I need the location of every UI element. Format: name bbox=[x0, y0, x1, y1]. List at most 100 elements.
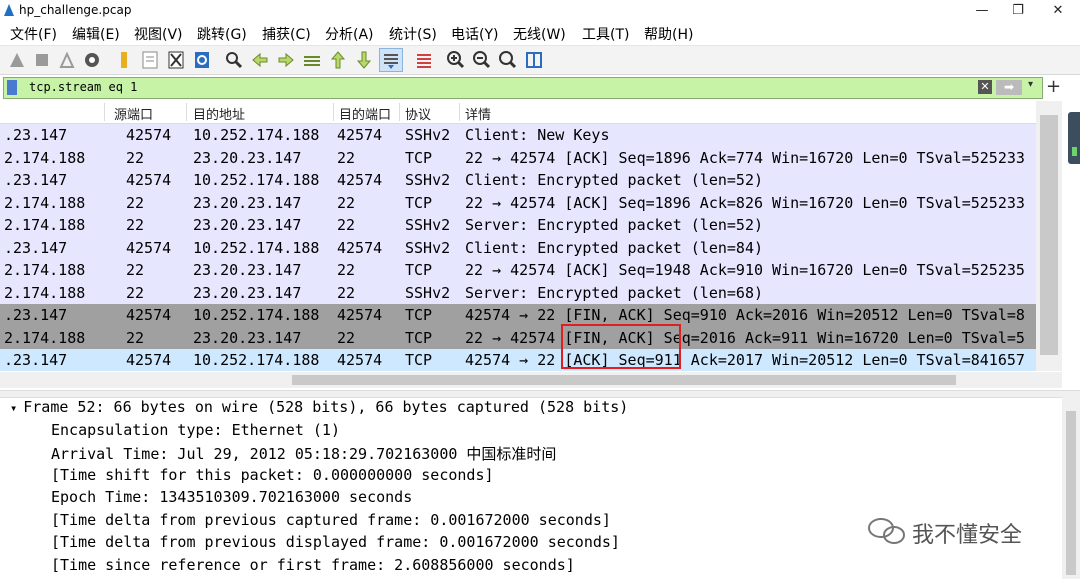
colorize-icon[interactable] bbox=[413, 49, 435, 71]
packet-row[interactable]: .23.147 42574 10.252.174.188 42574 SSHv2 Clie… bbox=[0, 236, 1036, 259]
column-header-destination-port[interactable]: 目的端口 bbox=[339, 104, 391, 123]
main-toolbar bbox=[0, 46, 1080, 75]
cell-destination: 23.20.23.147 bbox=[193, 216, 302, 234]
packet-row[interactable]: 2.174.188 22 23.20.23.147 22 TCP 22 → 42574 [… bbox=[0, 259, 1036, 282]
detail-tree-item[interactable]: [Time since reference or first frame: 2.… bbox=[51, 556, 575, 574]
scrollbar-thumb[interactable] bbox=[1040, 115, 1058, 355]
apply-filter-icon[interactable]: ➡ bbox=[996, 80, 1022, 95]
auto-scroll-icon[interactable] bbox=[379, 48, 403, 72]
cell-protocol: TCP bbox=[405, 148, 433, 167]
cell-destination: 23.20.23.147 bbox=[193, 328, 302, 347]
forward-arrow-icon[interactable] bbox=[275, 49, 297, 71]
packet-row[interactable]: 2.174.188 22 23.20.23.147 22 TCP 22 → 42574 [… bbox=[0, 146, 1036, 169]
column-separator[interactable] bbox=[104, 103, 105, 121]
packet-details-vertical-scrollbar[interactable] bbox=[1062, 397, 1080, 579]
save-file-icon[interactable] bbox=[139, 49, 161, 71]
stop-icon[interactable] bbox=[31, 49, 53, 71]
column-header-info[interactable]: 详情 bbox=[465, 104, 491, 123]
menu-edit[interactable]: 编辑(E) bbox=[72, 24, 120, 44]
column-separator[interactable] bbox=[459, 103, 460, 121]
menu-capture[interactable]: 捕获(C) bbox=[262, 24, 311, 44]
side-dock-widget[interactable] bbox=[1068, 112, 1080, 164]
packet-row[interactable]: 2.174.188 22 23.20.23.147 22 SSHv2 Server: En… bbox=[0, 281, 1036, 304]
detail-tree-item[interactable]: Epoch Time: 1343510309.702163000 seconds bbox=[51, 488, 412, 506]
packet-row[interactable]: 2.174.188 22 23.20.23.147 22 TCP 22 → 42574 [… bbox=[0, 191, 1036, 214]
bookmark-icon[interactable] bbox=[7, 80, 17, 95]
cell-source-port: 22 bbox=[126, 193, 145, 212]
menu-view[interactable]: 视图(V) bbox=[134, 24, 183, 44]
shark-start-icon[interactable] bbox=[6, 49, 28, 71]
zoom-out-icon[interactable] bbox=[471, 49, 493, 71]
column-separator[interactable] bbox=[186, 103, 187, 121]
cell-protocol: TCP bbox=[405, 306, 433, 324]
packet-row[interactable]: .23.147 42574 10.252.174.188 42574 TCP 42574 … bbox=[0, 304, 1036, 327]
restore-button[interactable]: ❐ bbox=[1000, 0, 1036, 21]
packet-row[interactable]: .23.147 42574 10.252.174.188 42574 SSHv2 Clie… bbox=[0, 169, 1036, 192]
packet-row[interactable]: 2.174.188 22 23.20.23.147 22 TCP 22 → 42574 [… bbox=[0, 326, 1036, 349]
last-packet-icon[interactable] bbox=[353, 49, 375, 71]
zoom-normal-icon[interactable] bbox=[497, 49, 519, 71]
detail-tree-item[interactable]: [Time shift for this packet: 0.000000000… bbox=[51, 466, 494, 484]
zoom-in-icon[interactable] bbox=[445, 49, 467, 71]
menu-tools[interactable]: 工具(T) bbox=[582, 24, 629, 44]
menu-go[interactable]: 跳转(G) bbox=[197, 24, 247, 44]
scrollbar-thumb[interactable] bbox=[1066, 411, 1076, 575]
menu-wireless[interactable]: 无线(W) bbox=[513, 24, 566, 44]
cell-destination: 23.20.23.147 bbox=[193, 261, 302, 279]
cell-destination-port: 22 bbox=[337, 216, 356, 234]
cell-destination-port: 22 bbox=[337, 148, 356, 167]
cell-source-port: 42574 bbox=[126, 306, 172, 324]
filter-history-dropdown-icon[interactable]: ▾ bbox=[1028, 79, 1033, 90]
close-button[interactable]: ✕ bbox=[1040, 0, 1076, 21]
minimize-button[interactable]: — bbox=[964, 0, 1000, 21]
menu-help[interactable]: 帮助(H) bbox=[644, 24, 693, 44]
back-arrow-icon[interactable] bbox=[249, 49, 271, 71]
menu-analyze[interactable]: 分析(A) bbox=[325, 24, 374, 44]
find-icon[interactable] bbox=[223, 49, 245, 71]
detail-tree-item[interactable]: [Time delta from previous captured frame… bbox=[51, 511, 611, 529]
detail-tree-item[interactable]: Arrival Time: Jul 29, 2012 05:18:29.7021… bbox=[51, 443, 556, 464]
cell-source-port: 42574 bbox=[126, 351, 172, 369]
cell-source: .23.147 bbox=[4, 171, 68, 189]
go-to-packet-icon[interactable] bbox=[301, 49, 323, 71]
resize-columns-icon[interactable] bbox=[523, 49, 545, 71]
add-filter-button[interactable]: + bbox=[1046, 76, 1061, 97]
open-folder-icon[interactable] bbox=[113, 49, 135, 71]
clear-filter-icon[interactable]: ✕ bbox=[978, 80, 992, 94]
display-filter-input[interactable]: tcp.stream eq 1 bbox=[29, 80, 137, 94]
cell-info: 22 → 42574 [ACK] Seq=1896 Ack=826 Win=16… bbox=[465, 193, 1025, 212]
scrollbar-thumb[interactable] bbox=[292, 375, 956, 385]
restart-icon[interactable] bbox=[56, 49, 78, 71]
column-separator[interactable] bbox=[399, 103, 400, 121]
packet-list-horizontal-scrollbar[interactable] bbox=[0, 372, 1062, 388]
detail-tree-item[interactable]: Encapsulation type: Ethernet (1) bbox=[51, 421, 340, 439]
menu-statistics[interactable]: 统计(S) bbox=[389, 24, 437, 44]
column-header-destination[interactable]: 目的地址 bbox=[193, 104, 245, 123]
packet-list-vertical-scrollbar[interactable] bbox=[1036, 101, 1062, 371]
cell-source: 2.174.188 bbox=[4, 148, 86, 167]
tree-expand-icon[interactable]: ▾ bbox=[10, 401, 17, 415]
column-header-source-port[interactable]: 源端口 bbox=[114, 104, 153, 123]
cell-info: Server: Encrypted packet (len=52) bbox=[465, 216, 764, 234]
packet-row[interactable]: .23.147 42574 10.252.174.188 42574 SSHv2 Clie… bbox=[0, 124, 1036, 147]
packet-row[interactable]: .23.147 42574 10.252.174.188 42574 TCP 42574 … bbox=[0, 349, 1036, 371]
column-header-protocol[interactable]: 协议 bbox=[405, 104, 431, 123]
detail-tree-item[interactable]: [Time delta from previous displayed fram… bbox=[51, 533, 620, 551]
first-packet-icon[interactable] bbox=[327, 49, 349, 71]
cell-info: 42574 → 22 [FIN, ACK] Seq=910 Ack=2016 W… bbox=[465, 306, 1025, 324]
cell-source-port: 22 bbox=[126, 283, 145, 302]
wechat-logo-icon bbox=[868, 518, 905, 544]
column-separator[interactable] bbox=[333, 103, 334, 121]
packet-row[interactable]: 2.174.188 22 23.20.23.147 22 SSHv2 Server: En… bbox=[0, 214, 1036, 237]
menu-telephony[interactable]: 电话(Y) bbox=[451, 24, 498, 44]
options-gear-icon[interactable] bbox=[81, 49, 103, 71]
reload-icon[interactable] bbox=[191, 49, 213, 71]
display-filter-bar[interactable]: tcp.stream eq 1 ✕ ➡ ▾ bbox=[3, 77, 1043, 99]
cell-destination: 10.252.174.188 bbox=[193, 306, 320, 324]
cell-protocol: TCP bbox=[405, 328, 433, 347]
close-file-icon[interactable] bbox=[165, 49, 187, 71]
detail-text: Epoch Time: 1343510309.702163000 seconds bbox=[51, 488, 413, 506]
detail-tree-item[interactable]: ▾ Frame 52: 66 bytes on wire (528 bits), … bbox=[10, 398, 628, 416]
cell-info: 22 → 42574 [ACK] Seq=1948 Ack=910 Win=16… bbox=[465, 261, 1025, 279]
menu-file[interactable]: 文件(F) bbox=[10, 24, 57, 44]
